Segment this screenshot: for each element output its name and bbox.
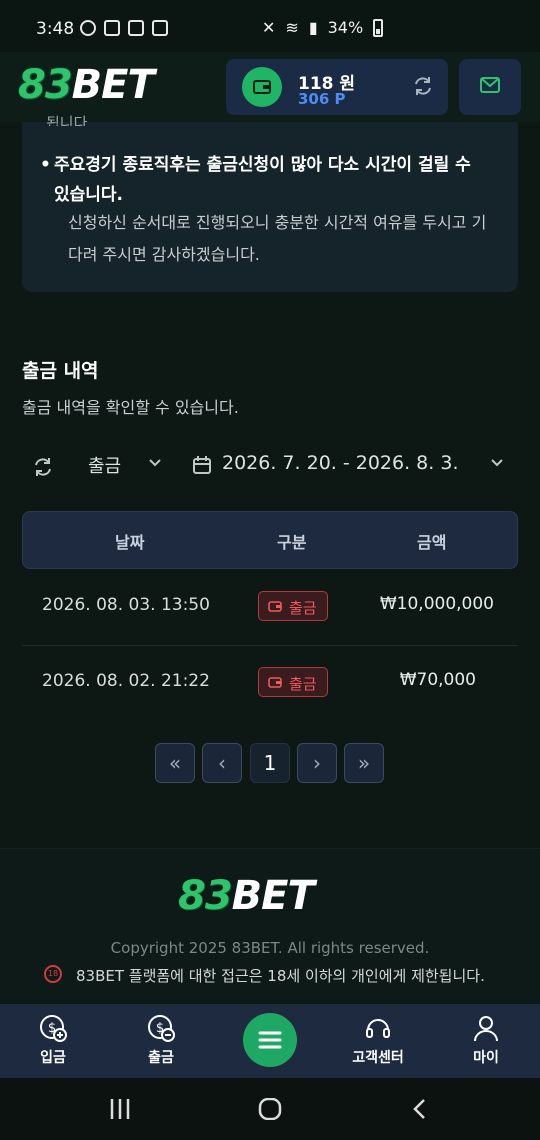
footer: 83BET Copyright 2025 83BET. All rights r…	[0, 848, 540, 1005]
balance-points: 306 P	[298, 90, 346, 108]
system-icons: ✕ ≋ ▮ 34%	[262, 18, 384, 37]
date-range-picker[interactable]: 2026. 7. 20. - 2026. 8. 3.	[192, 452, 504, 480]
footer-logo-number: 83	[178, 873, 233, 919]
page-last-button[interactable]: »	[344, 743, 384, 783]
nav-my-label: 마이	[473, 1050, 499, 1066]
age-18-icon: 18	[44, 965, 62, 983]
status-time: 3:48	[36, 19, 75, 39]
nav-support[interactable]: 고객센터	[333, 1004, 423, 1078]
table-row: 2026. 08. 03. 13:50 출금 ₩10,000,000	[22, 569, 518, 646]
image-icon	[128, 20, 144, 36]
mail-icon	[480, 77, 500, 93]
chevron-down-icon	[149, 459, 161, 467]
deposit-icon: $	[40, 1015, 67, 1042]
type-select-value: 출금	[88, 456, 122, 477]
wallet-icon	[253, 80, 271, 94]
age-notice-text: 83BET 플랫폼에 대한 접근은 18세 이하의 개인에게 제한됩니다.	[76, 967, 485, 985]
footer-logo-text: BET	[231, 873, 315, 919]
table-header: 날짜 구분 금액	[22, 511, 518, 569]
calendar-icon	[193, 456, 211, 474]
play-store-icon	[152, 20, 168, 36]
copyright-text: Copyright 2025 83BET. All rights reserve…	[110, 939, 430, 957]
menu-icon	[258, 1031, 282, 1049]
footer-logo: 83BET	[178, 873, 315, 919]
badge-label: 출금	[289, 675, 317, 693]
home-icon[interactable]	[258, 1098, 282, 1120]
wallet-icon	[268, 677, 282, 688]
page-prev-button[interactable]: ‹	[202, 743, 242, 783]
column-header-amount: 금액	[417, 533, 447, 552]
logo-number: 83	[18, 62, 73, 108]
bottom-navigation: $ 입금 $ 출금 고객센터 마이	[0, 1004, 540, 1078]
notice-cut-text: 됩니다.	[46, 114, 93, 126]
column-header-type: 구분	[277, 533, 307, 552]
date-range-value: 2026. 7. 20. - 2026. 8. 3.	[222, 452, 459, 474]
talk-icon	[80, 20, 96, 36]
status-bar: 3:48 ✕ ≋ ▮ 34%	[0, 0, 540, 52]
withdraw-icon: $	[148, 1015, 175, 1042]
section-description: 출금 내역을 확인할 수 있습니다.	[22, 398, 239, 417]
status-badge: 출금	[258, 591, 328, 621]
section-title: 출금 내역	[22, 360, 99, 382]
refresh-icon	[35, 458, 51, 476]
logo-text: BET	[71, 62, 155, 108]
notice-sub: 신청하신 순서대로 진행되오니 충분한 시간적 여유를 두시고 기다려 주시면 …	[68, 213, 487, 264]
lock-icon	[104, 20, 120, 36]
table-row: 2026. 08. 02. 21:22 출금 ₩70,000	[22, 645, 518, 721]
badge-label: 출금	[289, 599, 317, 617]
nav-withdraw-label: 출금	[148, 1050, 174, 1066]
page-first-button[interactable]: «	[155, 743, 195, 783]
wallet-button[interactable]	[242, 67, 282, 107]
battery-icon	[373, 18, 384, 37]
mail-button[interactable]	[459, 59, 521, 115]
page-current-button[interactable]: 1	[250, 743, 290, 783]
notification-icons	[80, 20, 168, 36]
nav-my[interactable]: 마이	[441, 1004, 531, 1078]
nav-deposit-label: 입금	[40, 1050, 66, 1066]
wallet-panel: 118 원 306 P	[226, 59, 448, 115]
nav-support-label: 고객센터	[352, 1050, 404, 1066]
notice-bullet: 주요경기 종료직후는 출금신청이 많아 다소 시간이 걸릴 수 있습니다.	[40, 150, 474, 210]
wifi-icon: ≋	[285, 18, 299, 37]
recent-apps-icon[interactable]	[108, 1098, 132, 1120]
wallet-icon	[268, 601, 282, 612]
status-badge: 출금	[258, 667, 328, 697]
user-icon	[474, 1016, 498, 1042]
headset-icon	[366, 1019, 390, 1038]
refresh-icon	[415, 77, 431, 95]
chevron-down-icon	[491, 459, 503, 467]
balance-refresh-button[interactable]	[412, 75, 434, 101]
nav-deposit[interactable]: $ 입금	[8, 1004, 98, 1078]
nav-withdraw[interactable]: $ 출금	[116, 1004, 206, 1078]
signal-icon: ▮	[308, 18, 318, 37]
row-amount: ₩10,000,000	[379, 594, 494, 614]
column-header-date: 날짜	[115, 533, 145, 552]
row-date: 2026. 08. 03. 13:50	[42, 595, 210, 615]
logo[interactable]: 83BET	[18, 62, 155, 108]
mute-icon: ✕	[262, 18, 276, 37]
menu-button[interactable]	[243, 1013, 297, 1067]
row-date: 2026. 08. 02. 21:22	[42, 671, 210, 691]
list-refresh-button[interactable]	[32, 456, 54, 482]
battery-text: 34%	[327, 18, 364, 37]
android-navigation-bar	[0, 1078, 540, 1140]
type-select[interactable]: 출금	[88, 452, 162, 480]
back-icon[interactable]	[412, 1098, 428, 1120]
row-amount: ₩70,000	[399, 670, 476, 690]
page-next-button[interactable]: ›	[297, 743, 337, 783]
